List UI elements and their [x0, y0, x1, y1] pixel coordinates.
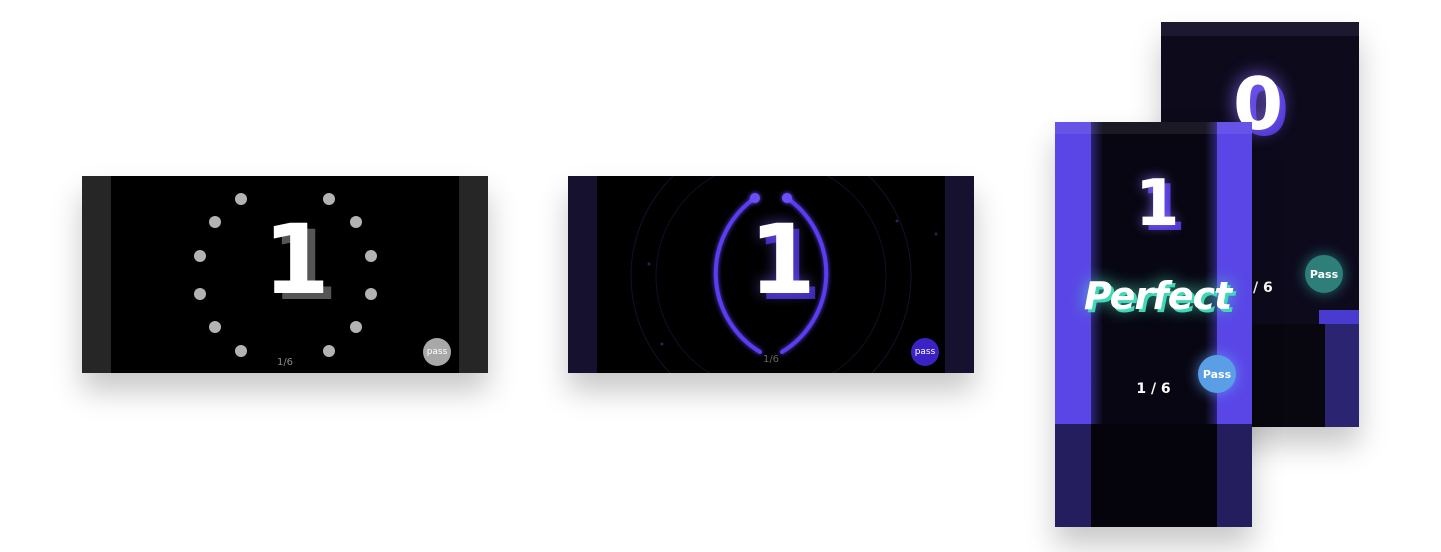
pass-button[interactable]: pass [911, 338, 939, 366]
ring-dot [209, 216, 221, 228]
particle [660, 342, 664, 346]
ring-dot [323, 345, 335, 357]
pass-button[interactable]: Pass [1198, 355, 1236, 393]
progress-counter: / 6 [1253, 280, 1273, 296]
ring-dot [235, 345, 247, 357]
bottom-panel-center [1091, 424, 1217, 527]
arc-end-dot [782, 193, 792, 203]
pass-button[interactable]: pass [423, 338, 451, 366]
pass-button-label: Pass [1309, 267, 1339, 281]
countdown-screen-arcs: 1 1 1/6 pass [568, 176, 974, 373]
particle [934, 232, 938, 236]
countdown-screen-dots: 1 1 1/6 pass [82, 176, 488, 373]
top-status-bar [1161, 22, 1359, 36]
progress-counter: 1/6 [762, 354, 780, 365]
perfect-result-label: Perfect [1083, 274, 1232, 318]
countdown-number: 1 [1135, 167, 1180, 241]
progress-counter: 1/6 [276, 357, 294, 368]
screen-viewport: 1 1 1/6 [597, 176, 945, 373]
pass-button-label: Pass [1202, 367, 1232, 381]
top-status-bar [1055, 122, 1252, 134]
ring-dot [365, 250, 377, 262]
particle [895, 219, 899, 223]
pass-button-label: pass [426, 347, 448, 357]
side-bar [1325, 310, 1359, 427]
portrait-screen-front: 1 1 Perfect 1 / 6 Pass [1055, 122, 1252, 527]
arc-end-dot [750, 193, 760, 203]
pass-button[interactable]: Pass [1305, 255, 1343, 293]
ring-dot [194, 288, 206, 300]
ring-dot [209, 321, 221, 333]
ring-dot [194, 250, 206, 262]
countdown-number: 1 [749, 204, 816, 316]
countdown-number: 1 [263, 204, 330, 316]
side-bar-accent [1319, 310, 1359, 324]
screen-viewport: 1 1 1/6 [111, 176, 459, 373]
pass-button-label: pass [914, 347, 936, 357]
ring-dot [350, 321, 362, 333]
particle [647, 262, 651, 266]
ring-dot [235, 193, 247, 205]
ring-dot [350, 216, 362, 228]
ring-dot [365, 288, 377, 300]
